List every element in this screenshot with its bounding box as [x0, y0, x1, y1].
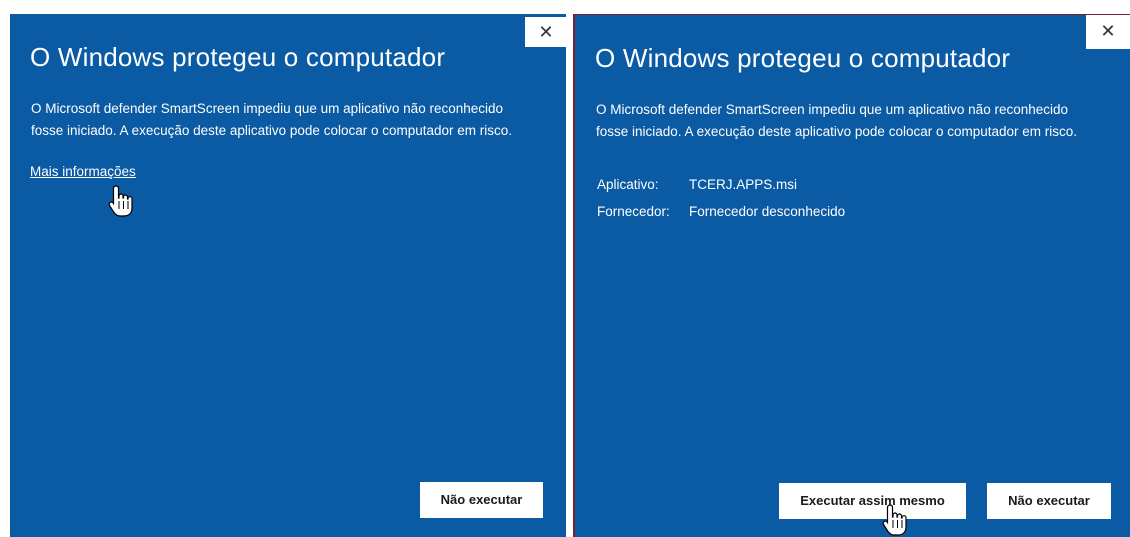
publisher-info-row: Fornecedor: Fornecedor desconhecido [597, 204, 845, 219]
close-button[interactable]: ✕ [1086, 15, 1130, 49]
dont-run-button[interactable]: Não executar [987, 483, 1111, 519]
dialog-title: O Windows protegeu o computador [595, 43, 1011, 73]
app-info-row: Aplicativo: TCERJ.APPS.msi [597, 177, 797, 192]
smartscreen-dialog-left: ✕ O Windows protegeu o computador O Micr… [10, 14, 567, 537]
dont-run-button[interactable]: Não executar [420, 482, 543, 518]
dialog-message: O Microsoft defender SmartScreen impediu… [31, 101, 513, 138]
smartscreen-dialog-right: ✕ O Windows protegeu o computador O Micr… [573, 14, 1130, 537]
hand-cursor-icon [108, 185, 133, 217]
app-label: Aplicativo: [597, 177, 659, 192]
hand-cursor-icon [882, 504, 907, 536]
dialog-message: O Microsoft defender SmartScreen impediu… [596, 102, 1078, 139]
close-button[interactable]: ✕ [525, 17, 567, 47]
more-info-link[interactable]: Mais informações [30, 164, 136, 179]
publisher-value: Fornecedor desconhecido [689, 204, 846, 219]
close-icon: ✕ [538, 22, 554, 42]
close-icon: ✕ [1100, 21, 1116, 41]
app-value: TCERJ.APPS.msi [689, 177, 798, 192]
publisher-label: Fornecedor: [597, 204, 670, 219]
run-anyway-button[interactable]: Executar assim mesmo [779, 483, 966, 519]
dialog-title: O Windows protegeu o computador [30, 42, 446, 72]
